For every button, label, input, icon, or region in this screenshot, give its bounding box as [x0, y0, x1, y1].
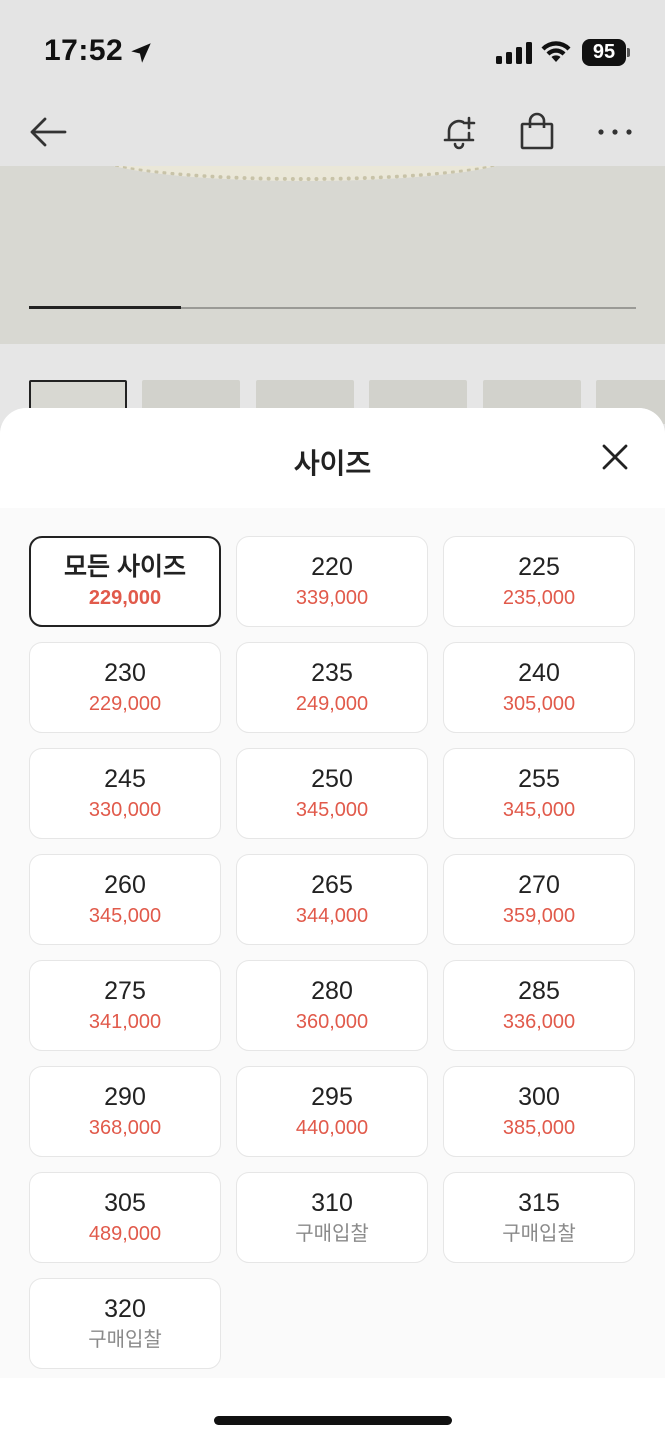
size-label: 290	[104, 1082, 146, 1111]
size-label: 255	[518, 764, 560, 793]
size-price: 229,000	[88, 586, 162, 609]
size-price: 249,000	[295, 692, 369, 715]
size-option[interactable]: 305 489,000	[29, 1172, 221, 1263]
size-option[interactable]: 235 249,000	[236, 642, 428, 733]
close-button[interactable]	[594, 436, 636, 478]
size-price: 359,000	[502, 904, 576, 927]
size-label: 245	[104, 764, 146, 793]
home-indicator[interactable]	[214, 1416, 452, 1425]
size-option[interactable]: 220 339,000	[236, 536, 428, 627]
size-price: 345,000	[502, 798, 576, 821]
location-arrow-icon	[131, 43, 151, 63]
size-grid: 모든 사이즈 229,000 220 339,000 225 235,000 230 229,…	[29, 536, 636, 1369]
size-price: 336,000	[502, 1010, 576, 1033]
sheet-bottom-area	[0, 1378, 665, 1440]
size-price: 368,000	[88, 1116, 162, 1139]
shopping-bag-icon	[520, 112, 554, 150]
size-option[interactable]: 240 305,000	[443, 642, 635, 733]
size-option[interactable]: 250 345,000	[236, 748, 428, 839]
size-label: 300	[518, 1082, 560, 1111]
size-price: 345,000	[88, 904, 162, 927]
size-bid-label: 구매입찰	[295, 1222, 369, 1245]
back-button[interactable]	[26, 110, 70, 154]
arrow-left-icon	[30, 117, 67, 147]
size-option[interactable]: 315 구매입찰	[443, 1172, 635, 1263]
more-button[interactable]	[593, 110, 637, 154]
size-label: 260	[104, 870, 146, 899]
status-bar: 17:52 95	[0, 0, 665, 100]
size-option[interactable]: 300 385,000	[443, 1066, 635, 1157]
size-price: 229,000	[88, 692, 162, 715]
size-label: 235	[311, 658, 353, 687]
size-price: 385,000	[502, 1116, 576, 1139]
size-option[interactable]: 270 359,000	[443, 854, 635, 945]
size-label: 225	[518, 552, 560, 581]
size-price: 235,000	[502, 586, 576, 609]
gallery-progress-track	[29, 306, 636, 309]
size-price: 330,000	[88, 798, 162, 821]
size-label: 265	[311, 870, 353, 899]
size-label: 275	[104, 976, 146, 1005]
size-label: 310	[311, 1188, 353, 1217]
size-option[interactable]: 320 구매입찰	[29, 1278, 221, 1369]
size-option[interactable]: 245 330,000	[29, 748, 221, 839]
restock-alert-button[interactable]	[437, 110, 481, 154]
size-option[interactable]: 225 235,000	[443, 536, 635, 627]
size-label: 285	[518, 976, 560, 1005]
top-navigation	[0, 100, 665, 166]
size-option[interactable]: 280 360,000	[236, 960, 428, 1051]
size-option[interactable]: 230 229,000	[29, 642, 221, 733]
size-bid-label: 구매입찰	[502, 1222, 576, 1245]
size-label: 240	[518, 658, 560, 687]
size-label: 230	[104, 658, 146, 687]
size-bottom-sheet: 사이즈 모든 사이즈 229,000 220 339,000 225 235,000 230…	[0, 408, 665, 1440]
more-horizontal-icon	[598, 129, 632, 135]
size-option[interactable]: 275 341,000	[29, 960, 221, 1051]
size-option[interactable]: 290 368,000	[29, 1066, 221, 1157]
battery-indicator: 95	[582, 39, 630, 66]
size-label: 모든 사이즈	[64, 552, 186, 581]
size-option-all[interactable]: 모든 사이즈 229,000	[29, 536, 221, 627]
size-price: 344,000	[295, 904, 369, 927]
size-price: 305,000	[502, 692, 576, 715]
size-option[interactable]: 295 440,000	[236, 1066, 428, 1157]
size-bid-label: 구매입찰	[88, 1328, 162, 1351]
size-price: 360,000	[295, 1010, 369, 1033]
bell-plus-icon	[443, 116, 476, 150]
gallery-progress-fill	[29, 306, 181, 309]
size-option[interactable]: 310 구매입찰	[236, 1172, 428, 1263]
product-page: 17:52 95 사이즈 모든 사이즈 229,000 220 339,000 …	[0, 0, 665, 1440]
cellular-signal-icon	[496, 42, 532, 64]
size-label: 220	[311, 552, 353, 581]
close-icon	[602, 444, 628, 470]
product-image-gallery[interactable]	[0, 166, 665, 344]
size-option[interactable]: 265 344,000	[236, 854, 428, 945]
size-label: 305	[104, 1188, 146, 1217]
size-option[interactable]: 255 345,000	[443, 748, 635, 839]
sheet-title: 사이즈	[293, 448, 372, 479]
size-label: 280	[311, 976, 353, 1005]
battery-level: 95	[582, 39, 626, 66]
product-photo	[90, 166, 520, 181]
sheet-header: 사이즈	[0, 408, 665, 508]
size-price: 345,000	[295, 798, 369, 821]
size-price: 440,000	[295, 1116, 369, 1139]
size-label: 320	[104, 1294, 146, 1323]
battery-tip	[627, 48, 630, 57]
size-label: 295	[311, 1082, 353, 1111]
size-price: 341,000	[88, 1010, 162, 1033]
size-label: 270	[518, 870, 560, 899]
size-label: 315	[518, 1188, 560, 1217]
size-label: 250	[311, 764, 353, 793]
wifi-icon	[541, 41, 571, 62]
size-option[interactable]: 285 336,000	[443, 960, 635, 1051]
size-price: 489,000	[88, 1222, 162, 1245]
size-price: 339,000	[295, 586, 369, 609]
size-option[interactable]: 260 345,000	[29, 854, 221, 945]
shopping-bag-button[interactable]	[515, 110, 559, 154]
status-time: 17:52	[44, 34, 124, 67]
